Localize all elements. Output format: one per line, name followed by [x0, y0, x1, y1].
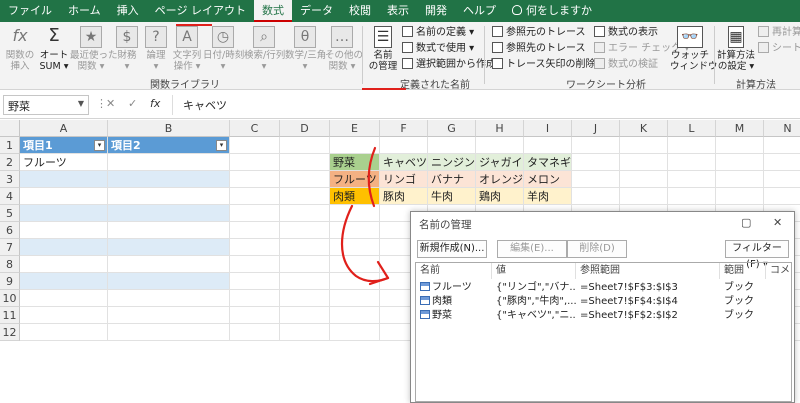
entry-value: {"豚肉","牛肉",...	[496, 296, 576, 307]
column-header-name[interactable]: 名前	[416, 263, 492, 279]
table-icon	[420, 282, 430, 291]
column-header-scope[interactable]: 範囲	[720, 263, 766, 279]
table-icon	[420, 296, 430, 305]
entry-scope: ブック	[724, 282, 754, 293]
name-manager-dialog: 名前の管理 ▢ ✕ 新規作成(N)... 編集(E)... 削除(D) フィルタ…	[410, 211, 795, 403]
entry-name: 野菜	[432, 310, 452, 321]
entry-ref: =Sheet7!$F$4:$I$4	[580, 296, 678, 307]
delete-name-button[interactable]: 削除(D)	[567, 240, 627, 258]
dialog-title: 名前の管理	[419, 219, 472, 231]
entry-ref: =Sheet7!$F$2:$I$2	[580, 310, 678, 321]
column-header-comment[interactable]: コメ	[766, 263, 793, 279]
close-icon[interactable]: ✕	[773, 216, 782, 229]
entry-name: 肉類	[432, 296, 452, 307]
list-item-name[interactable]: フルーツ	[416, 281, 492, 295]
table-icon	[420, 310, 430, 319]
entry-value: {"リンゴ","バナ...	[496, 282, 576, 293]
column-header-refers-to[interactable]: 参照範囲	[576, 263, 720, 279]
annotation-arrow-curve	[340, 204, 390, 283]
maximize-icon[interactable]: ▢	[741, 216, 751, 229]
new-name-button[interactable]: 新規作成(N)...	[417, 240, 487, 258]
column-header-value[interactable]: 値	[492, 263, 576, 279]
list-item-name[interactable]: 肉類	[416, 295, 492, 309]
entry-ref: =Sheet7!$F$3:$I$3	[580, 282, 678, 293]
names-list[interactable]: 名前 値 参照範囲 範囲 コメ フルーツ {"リンゴ","バナ... =Shee…	[415, 262, 792, 402]
edit-name-button[interactable]: 編集(E)...	[497, 240, 567, 258]
entry-scope: ブック	[724, 310, 754, 321]
entry-scope: ブック	[724, 296, 754, 307]
filter-button[interactable]: フィルター(F) ▾	[725, 240, 789, 270]
entry-name: フルーツ	[432, 282, 472, 293]
entry-value: {"キャベツ","ニ...	[496, 310, 576, 321]
list-item-name[interactable]: 野菜	[416, 309, 492, 323]
annotation-bracket-line	[367, 146, 377, 208]
